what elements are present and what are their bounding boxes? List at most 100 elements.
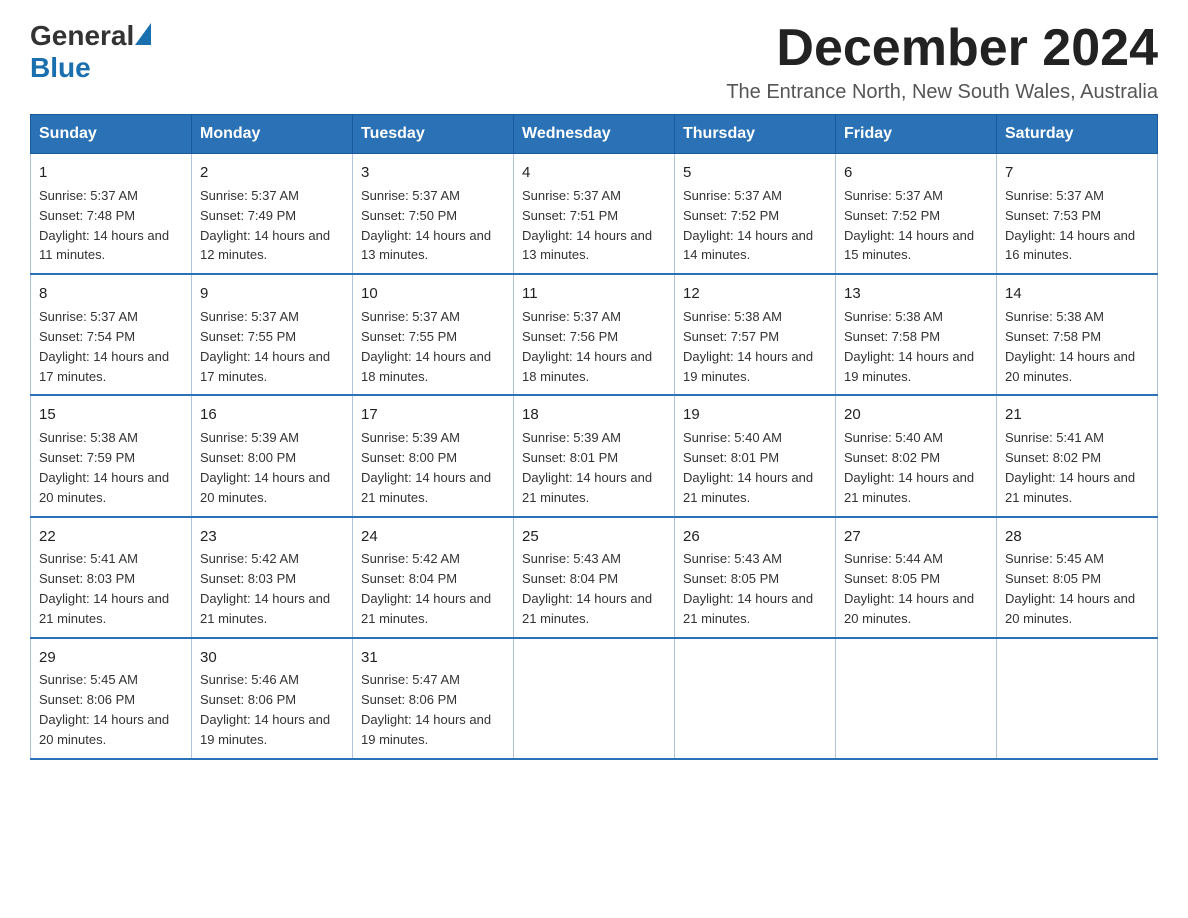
day-info: Sunrise: 5:41 AMSunset: 8:03 PMDaylight:… [39, 551, 169, 626]
day-info: Sunrise: 5:39 AMSunset: 8:01 PMDaylight:… [522, 430, 652, 505]
day-info: Sunrise: 5:39 AMSunset: 8:00 PMDaylight:… [200, 430, 330, 505]
day-cell: 10 Sunrise: 5:37 AMSunset: 7:55 PMDayligh… [353, 274, 514, 395]
day-info: Sunrise: 5:41 AMSunset: 8:02 PMDaylight:… [1005, 430, 1135, 505]
day-number: 20 [844, 404, 988, 426]
day-info: Sunrise: 5:37 AMSunset: 7:51 PMDaylight:… [522, 188, 652, 263]
day-info: Sunrise: 5:37 AMSunset: 7:55 PMDaylight:… [200, 309, 330, 384]
day-number: 14 [1005, 283, 1149, 305]
day-cell: 1 Sunrise: 5:37 AMSunset: 7:48 PMDaylight… [31, 154, 192, 275]
day-number: 6 [844, 162, 988, 184]
day-cell [997, 638, 1158, 759]
calendar-header: SundayMondayTuesdayWednesdayThursdayFrid… [31, 115, 1158, 154]
day-cell: 14Sunrise: 5:38 AMSunset: 7:58 PMDayligh… [997, 274, 1158, 395]
logo: General Blue [30, 20, 151, 84]
day-cell: 13 Sunrise: 5:38 AMSunset: 7:58 PMDayligh… [836, 274, 997, 395]
day-info: Sunrise: 5:47 AMSunset: 8:06 PMDaylight:… [361, 672, 491, 747]
day-cell: 25 Sunrise: 5:43 AMSunset: 8:04 PMDayligh… [514, 517, 675, 638]
day-info: Sunrise: 5:37 AMSunset: 7:52 PMDaylight:… [844, 188, 974, 263]
day-cell: 5Sunrise: 5:37 AMSunset: 7:52 PMDaylight… [675, 154, 836, 275]
day-number: 5 [683, 162, 827, 184]
day-cell [514, 638, 675, 759]
day-cell: 7 Sunrise: 5:37 AMSunset: 7:53 PMDaylight… [997, 154, 1158, 275]
day-cell: 21Sunrise: 5:41 AMSunset: 8:02 PMDayligh… [997, 395, 1158, 516]
day-info: Sunrise: 5:37 AMSunset: 7:50 PMDaylight:… [361, 188, 491, 263]
day-info: Sunrise: 5:43 AMSunset: 8:05 PMDaylight:… [683, 551, 813, 626]
day-number: 3 [361, 162, 505, 184]
day-number: 11 [522, 283, 666, 305]
day-cell: 15 Sunrise: 5:38 AMSunset: 7:59 PMDayligh… [31, 395, 192, 516]
week-row-4: 22 Sunrise: 5:41 AMSunset: 8:03 PMDayligh… [31, 517, 1158, 638]
header-row: SundayMondayTuesdayWednesdayThursdayFrid… [31, 115, 1158, 154]
day-cell: 16 Sunrise: 5:39 AMSunset: 8:00 PMDayligh… [192, 395, 353, 516]
day-number: 10 [361, 283, 505, 305]
week-row-2: 8Sunrise: 5:37 AMSunset: 7:54 PMDaylight… [31, 274, 1158, 395]
day-info: Sunrise: 5:43 AMSunset: 8:04 PMDaylight:… [522, 551, 652, 626]
day-info: Sunrise: 5:42 AMSunset: 8:04 PMDaylight:… [361, 551, 491, 626]
day-number: 23 [200, 526, 344, 548]
day-cell: 6 Sunrise: 5:37 AMSunset: 7:52 PMDaylight… [836, 154, 997, 275]
day-info: Sunrise: 5:45 AMSunset: 8:05 PMDaylight:… [1005, 551, 1135, 626]
day-info: Sunrise: 5:38 AMSunset: 7:57 PMDaylight:… [683, 309, 813, 384]
day-cell: 20 Sunrise: 5:40 AMSunset: 8:02 PMDayligh… [836, 395, 997, 516]
day-cell: 9Sunrise: 5:37 AMSunset: 7:55 PMDaylight… [192, 274, 353, 395]
day-info: Sunrise: 5:37 AMSunset: 7:55 PMDaylight:… [361, 309, 491, 384]
day-info: Sunrise: 5:42 AMSunset: 8:03 PMDaylight:… [200, 551, 330, 626]
day-cell: 11 Sunrise: 5:37 AMSunset: 7:56 PMDayligh… [514, 274, 675, 395]
day-info: Sunrise: 5:38 AMSunset: 7:59 PMDaylight:… [39, 430, 169, 505]
week-row-1: 1 Sunrise: 5:37 AMSunset: 7:48 PMDaylight… [31, 154, 1158, 275]
header-cell-friday: Friday [836, 115, 997, 154]
day-number: 18 [522, 404, 666, 426]
day-info: Sunrise: 5:37 AMSunset: 7:56 PMDaylight:… [522, 309, 652, 384]
day-cell: 29Sunrise: 5:45 AMSunset: 8:06 PMDayligh… [31, 638, 192, 759]
day-cell: 3 Sunrise: 5:37 AMSunset: 7:50 PMDaylight… [353, 154, 514, 275]
day-number: 16 [200, 404, 344, 426]
day-cell: 2Sunrise: 5:37 AMSunset: 7:49 PMDaylight… [192, 154, 353, 275]
day-cell: 23 Sunrise: 5:42 AMSunset: 8:03 PMDayligh… [192, 517, 353, 638]
day-number: 13 [844, 283, 988, 305]
header-cell-thursday: Thursday [675, 115, 836, 154]
logo-general: General [30, 20, 134, 52]
day-number: 27 [844, 526, 988, 548]
day-cell: 17 Sunrise: 5:39 AMSunset: 8:00 PMDayligh… [353, 395, 514, 516]
day-cell [836, 638, 997, 759]
day-cell: 4 Sunrise: 5:37 AMSunset: 7:51 PMDaylight… [514, 154, 675, 275]
day-cell: 28Sunrise: 5:45 AMSunset: 8:05 PMDayligh… [997, 517, 1158, 638]
header-cell-wednesday: Wednesday [514, 115, 675, 154]
day-info: Sunrise: 5:40 AMSunset: 8:02 PMDaylight:… [844, 430, 974, 505]
logo-arrow-icon [135, 23, 151, 45]
day-info: Sunrise: 5:40 AMSunset: 8:01 PMDaylight:… [683, 430, 813, 505]
day-number: 24 [361, 526, 505, 548]
week-row-5: 29Sunrise: 5:45 AMSunset: 8:06 PMDayligh… [31, 638, 1158, 759]
day-cell: 27 Sunrise: 5:44 AMSunset: 8:05 PMDayligh… [836, 517, 997, 638]
day-number: 17 [361, 404, 505, 426]
day-info: Sunrise: 5:44 AMSunset: 8:05 PMDaylight:… [844, 551, 974, 626]
header-cell-sunday: Sunday [31, 115, 192, 154]
header-cell-saturday: Saturday [997, 115, 1158, 154]
title-block: December 2024 The Entrance North, New So… [726, 20, 1158, 104]
day-number: 7 [1005, 162, 1149, 184]
day-info: Sunrise: 5:37 AMSunset: 7:53 PMDaylight:… [1005, 188, 1135, 263]
day-cell: 12 Sunrise: 5:38 AMSunset: 7:57 PMDayligh… [675, 274, 836, 395]
day-cell: 30 Sunrise: 5:46 AMSunset: 8:06 PMDayligh… [192, 638, 353, 759]
day-number: 15 [39, 404, 183, 426]
day-number: 29 [39, 647, 183, 669]
day-number: 22 [39, 526, 183, 548]
day-cell: 18 Sunrise: 5:39 AMSunset: 8:01 PMDayligh… [514, 395, 675, 516]
day-number: 25 [522, 526, 666, 548]
day-number: 12 [683, 283, 827, 305]
day-number: 30 [200, 647, 344, 669]
page-header: General Blue December 2024 The Entrance … [30, 20, 1158, 104]
day-number: 8 [39, 283, 183, 305]
day-number: 4 [522, 162, 666, 184]
header-cell-monday: Monday [192, 115, 353, 154]
day-info: Sunrise: 5:46 AMSunset: 8:06 PMDaylight:… [200, 672, 330, 747]
calendar-body: 1 Sunrise: 5:37 AMSunset: 7:48 PMDaylight… [31, 154, 1158, 759]
day-cell: 24 Sunrise: 5:42 AMSunset: 8:04 PMDayligh… [353, 517, 514, 638]
day-info: Sunrise: 5:37 AMSunset: 7:48 PMDaylight:… [39, 188, 169, 263]
day-cell: 19Sunrise: 5:40 AMSunset: 8:01 PMDayligh… [675, 395, 836, 516]
day-number: 1 [39, 162, 183, 184]
day-number: 26 [683, 526, 827, 548]
day-info: Sunrise: 5:37 AMSunset: 7:49 PMDaylight:… [200, 188, 330, 263]
day-info: Sunrise: 5:39 AMSunset: 8:00 PMDaylight:… [361, 430, 491, 505]
day-info: Sunrise: 5:38 AMSunset: 7:58 PMDaylight:… [844, 309, 974, 384]
